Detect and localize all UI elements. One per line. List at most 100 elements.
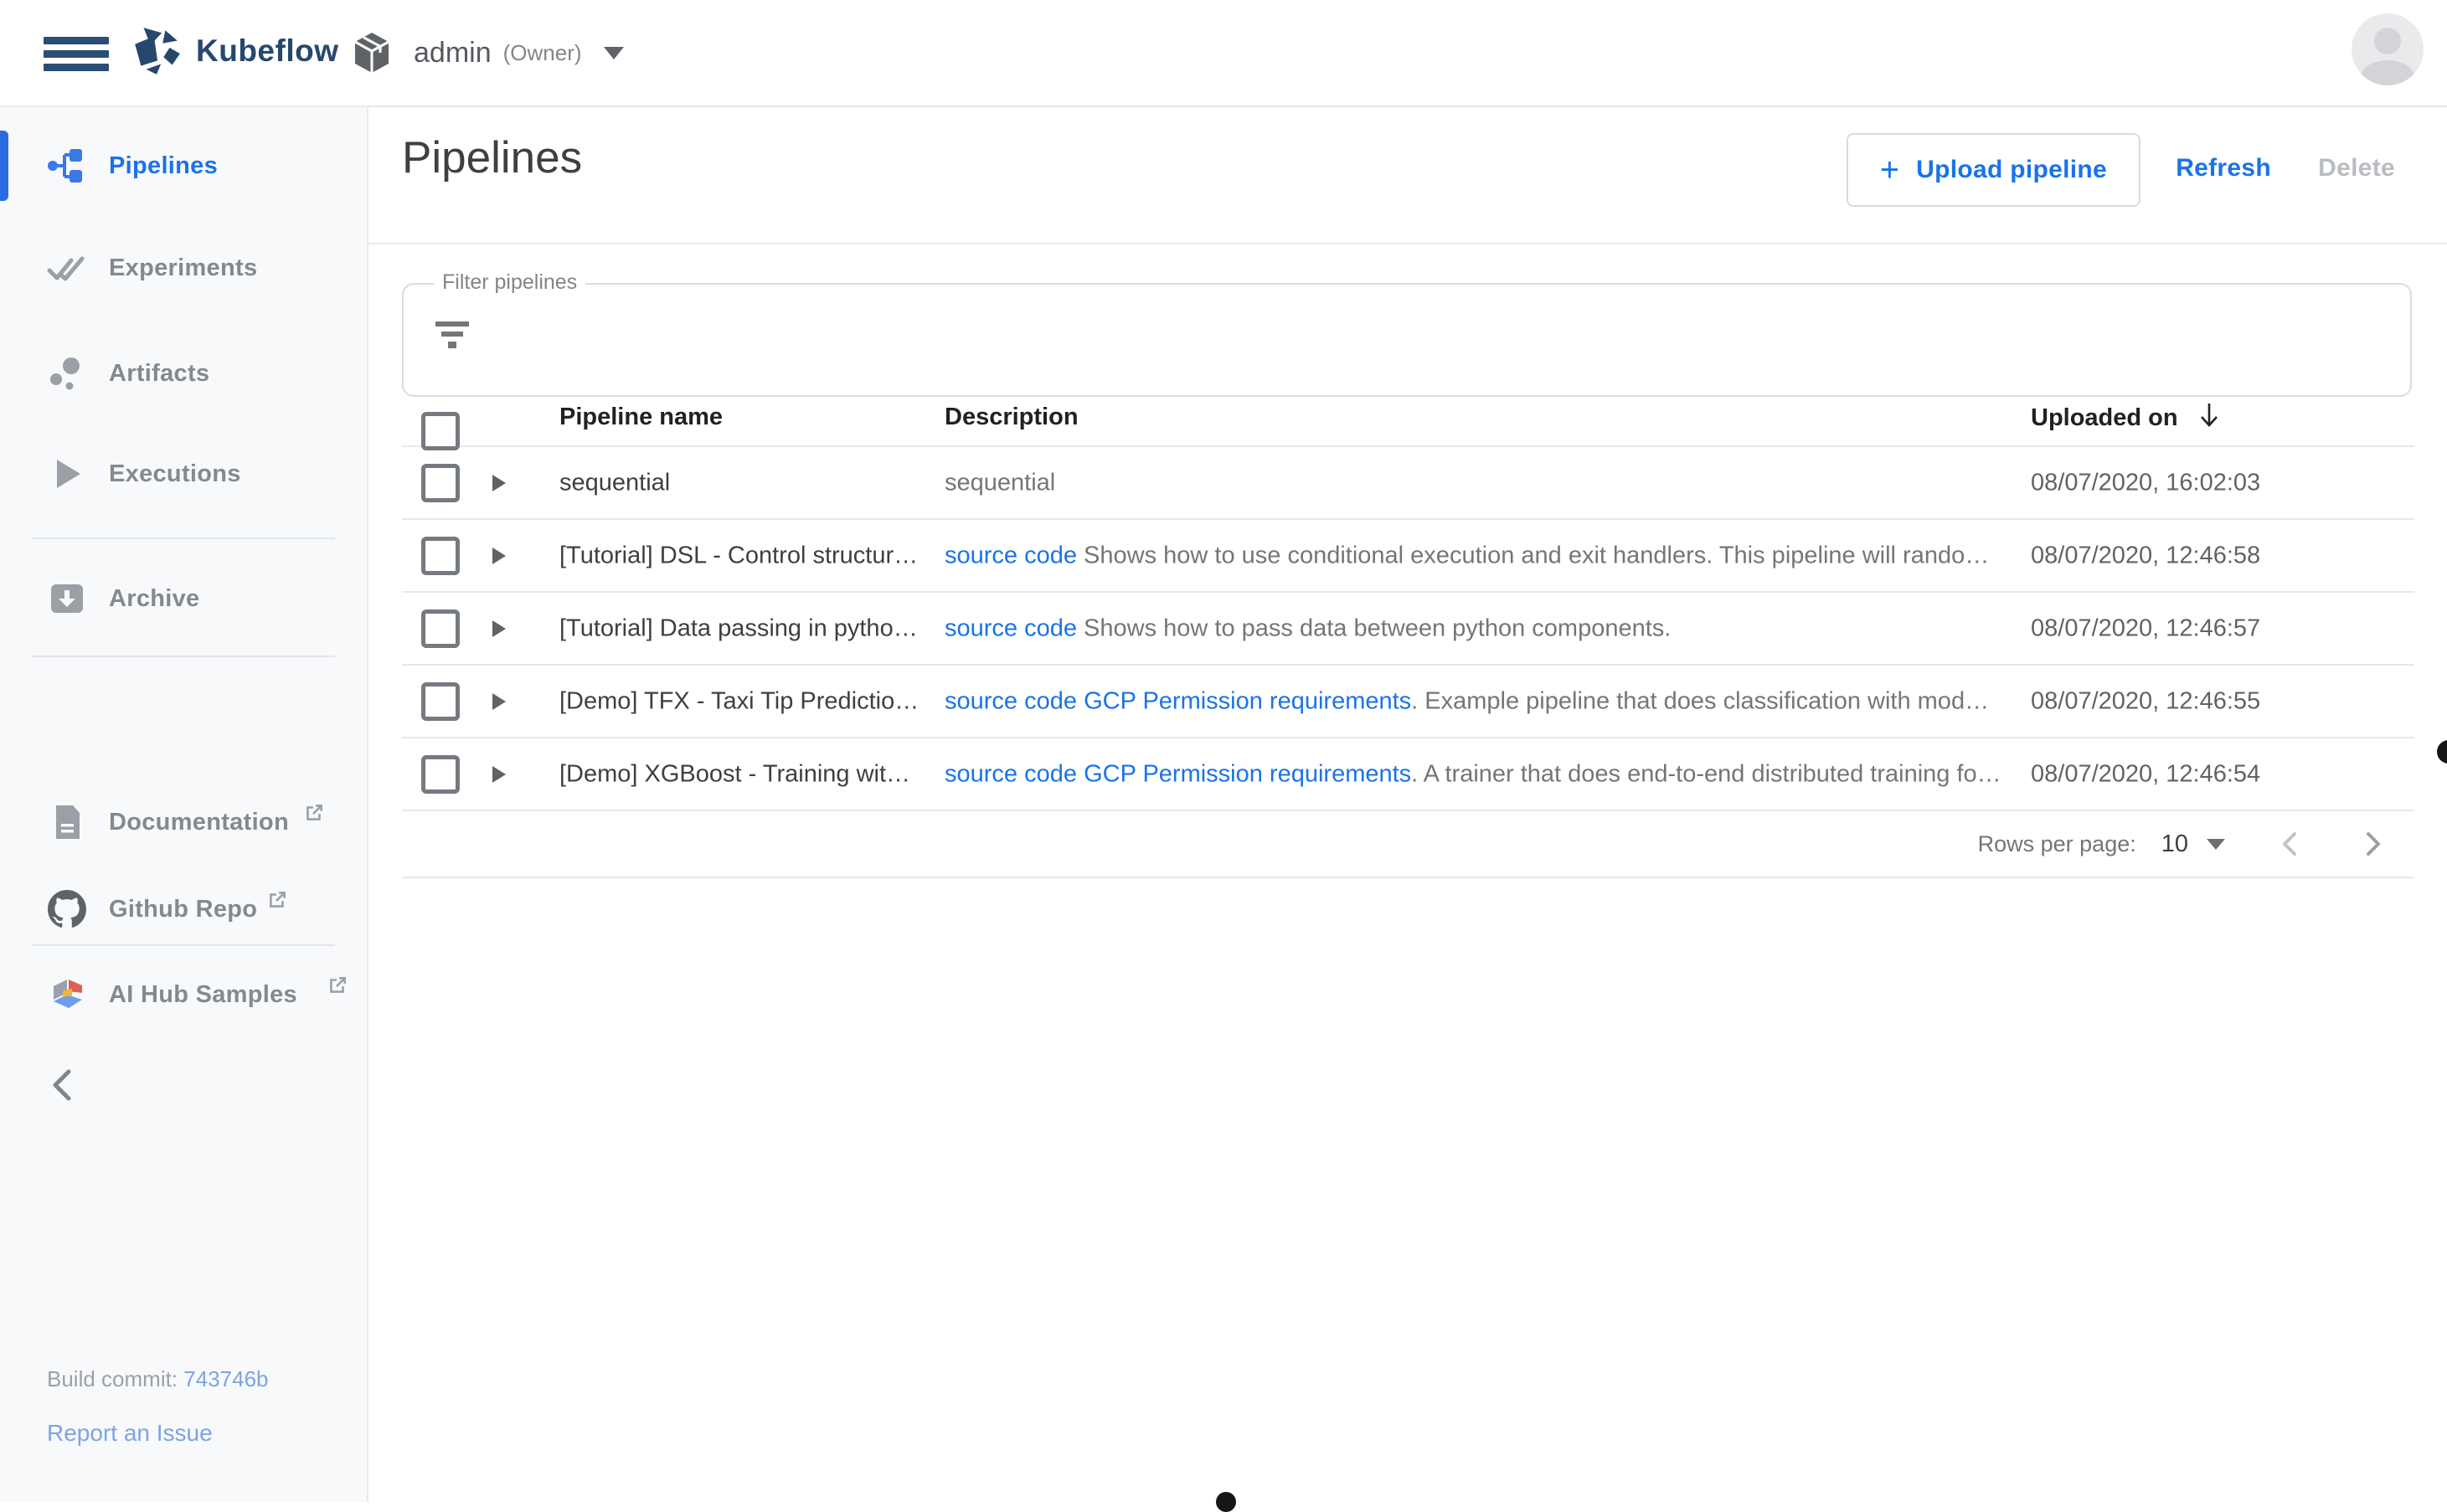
pipeline-name-cell[interactable]: [Tutorial] DSL - Control structur… — [559, 542, 918, 569]
expand-row-caret-icon[interactable] — [492, 620, 506, 637]
sidebar-item-label: Artifacts — [109, 360, 209, 388]
rows-per-page-label: Rows per page: — [1978, 831, 2136, 857]
filter-pipelines-field[interactable]: Filter pipelines — [402, 283, 2412, 397]
uploaded-on-cell: 08/07/2020, 12:46:54 — [2031, 760, 2260, 788]
select-all-checkbox[interactable] — [421, 412, 460, 450]
filter-input[interactable] — [491, 310, 2370, 370]
report-issue-link[interactable]: Report an Issue — [47, 1420, 213, 1447]
description-text: . A trainer that does end-to-end distrib… — [1411, 760, 2001, 787]
sort-descending-icon — [2197, 401, 2222, 429]
namespace-role: (Owner) — [503, 40, 582, 66]
pipeline-name-cell[interactable]: [Demo] XGBoost - Training wit… — [559, 760, 910, 788]
filter-field-label: Filter pipelines — [434, 270, 585, 295]
table-row[interactable]: sequential sequential 08/07/2020, 16:02:… — [402, 447, 2414, 520]
row-checkbox[interactable] — [421, 537, 460, 575]
brand-name: Kubeflow — [196, 33, 338, 69]
archive-icon — [47, 579, 87, 619]
gcp-permission-requirements-link[interactable]: GCP Permission requirements — [1084, 687, 1411, 714]
source-code-link[interactable]: source code — [945, 760, 1077, 787]
document-icon — [47, 802, 87, 842]
source-code-link[interactable]: source code — [945, 542, 1077, 568]
sidebar-item-ai-hub-samples[interactable]: AI Hub Samples — [0, 959, 367, 1030]
sidebar-item-github-repo[interactable]: Github Repo — [0, 874, 367, 944]
pipeline-name-cell[interactable]: sequential — [559, 469, 670, 496]
sidebar-divider — [32, 944, 335, 946]
pagination-bar: Rows per page: 10 — [402, 811, 2414, 878]
sidebar-item-label: AI Hub Samples — [109, 981, 297, 1009]
gcp-permission-requirements-link[interactable]: GCP Permission requirements — [1084, 760, 1411, 787]
sidebar-item-documentation[interactable]: Documentation — [0, 787, 367, 857]
table-header-row: Pipeline name Description Uploaded on — [402, 393, 2414, 447]
sidebar-item-label: Archive — [109, 585, 200, 613]
hamburger-menu-icon[interactable] — [44, 37, 109, 70]
description-cell: source code Shows how to use conditional… — [945, 542, 2008, 569]
column-header-uploaded-on[interactable]: Uploaded on — [2031, 404, 2222, 432]
table-row[interactable]: [Tutorial] DSL - Control structur… sourc… — [402, 520, 2414, 593]
expand-row-caret-icon[interactable] — [492, 475, 506, 491]
uploaded-on-cell: 08/07/2020, 12:46:57 — [2031, 615, 2260, 642]
row-checkbox[interactable] — [421, 755, 460, 794]
sidebar-item-label: Pipelines — [109, 152, 218, 180]
chevron-left-icon — [55, 1072, 69, 1098]
row-checkbox[interactable] — [421, 609, 460, 648]
description-cell: source code Shows how to pass data betwe… — [945, 615, 2008, 642]
ai-hub-icon — [47, 975, 87, 1015]
uploaded-on-cell: 08/07/2020, 16:02:03 — [2031, 469, 2260, 496]
sidebar-item-label: Github Repo — [109, 896, 257, 923]
table-row[interactable]: [Demo] XGBoost - Training wit… source co… — [402, 738, 2414, 811]
external-link-icon — [266, 889, 288, 911]
description-text — [1077, 687, 1084, 714]
expand-row-caret-icon[interactable] — [492, 548, 506, 564]
description-cell: sequential — [945, 469, 2008, 496]
description-cell: source code GCP Permission requirements.… — [945, 687, 2008, 715]
namespace-selector[interactable]: admin (Owner) — [352, 25, 624, 80]
uploaded-on-cell: 08/07/2020, 12:46:58 — [2031, 542, 2260, 569]
next-page-button[interactable] — [2356, 827, 2389, 861]
active-indicator — [0, 131, 8, 201]
executions-icon — [47, 454, 87, 494]
pipelines-table: Pipeline name Description Uploaded on se… — [402, 393, 2414, 878]
collapse-sidebar-button[interactable] — [40, 1060, 90, 1110]
top-app-bar: Kubeflow admin (Owner) — [0, 0, 2447, 107]
rows-per-page-value[interactable]: 10 — [2161, 831, 2188, 858]
sidebar-item-executions[interactable]: Executions — [0, 439, 367, 509]
uploaded-on-cell: 08/07/2020, 12:46:55 — [2031, 687, 2260, 715]
recording-dot-artifact — [1216, 1492, 1236, 1512]
refresh-button[interactable]: Refresh — [2176, 133, 2271, 203]
column-header-pipeline-name: Pipeline name — [559, 404, 723, 431]
source-code-link[interactable]: source code — [945, 615, 1077, 641]
sidebar-item-pipelines[interactable]: Pipelines — [0, 131, 367, 201]
pipelines-icon — [47, 146, 87, 186]
user-avatar[interactable] — [2352, 13, 2424, 85]
header-divider — [367, 243, 2447, 244]
pipeline-name-cell[interactable]: [Tutorial] Data passing in pytho… — [559, 615, 918, 642]
expand-row-caret-icon[interactable] — [492, 693, 506, 710]
expand-row-caret-icon[interactable] — [492, 766, 506, 783]
avatar-silhouette — [2374, 28, 2401, 54]
previous-page-button[interactable] — [2274, 827, 2307, 861]
upload-pipeline-button[interactable]: + Upload pipeline — [1847, 133, 2140, 207]
description-text: Shows how to pass data between python co… — [1077, 615, 1671, 641]
sidebar-item-label: Experiments — [109, 255, 257, 282]
sidebar-divider — [32, 656, 335, 657]
table-row[interactable]: [Demo] TFX - Taxi Tip Predictio… source … — [402, 666, 2414, 738]
pipeline-name-cell[interactable]: [Demo] TFX - Taxi Tip Predictio… — [559, 687, 919, 715]
sidebar-item-experiments[interactable]: Experiments — [0, 233, 367, 303]
kubeflow-logo-icon — [131, 25, 183, 77]
sidebar-item-label: Documentation — [109, 809, 289, 836]
sidebar-item-archive[interactable]: Archive — [0, 563, 367, 634]
rows-per-page-caret-icon[interactable] — [2207, 839, 2225, 850]
kubeflow-brand: Kubeflow — [131, 25, 338, 77]
external-link-icon — [327, 975, 348, 996]
sidebar-item-artifacts[interactable]: Artifacts — [0, 338, 367, 409]
filter-icon — [434, 321, 471, 358]
source-code-link[interactable]: source code — [945, 687, 1077, 714]
description-text: sequential — [945, 469, 1055, 496]
delete-button[interactable]: Delete — [2318, 133, 2395, 203]
row-checkbox[interactable] — [421, 464, 460, 502]
build-commit-link[interactable]: 743746b — [183, 1366, 268, 1391]
page-title: Pipelines — [402, 132, 582, 183]
table-row[interactable]: [Tutorial] Data passing in pytho… source… — [402, 593, 2414, 666]
row-checkbox[interactable] — [421, 682, 460, 721]
sidebar-item-label: Executions — [109, 460, 241, 488]
